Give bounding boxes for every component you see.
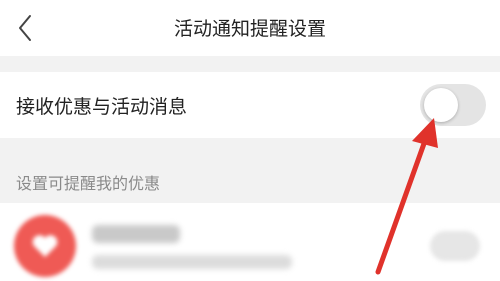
page-title: 活动通知提醒设置	[173, 18, 326, 40]
item-toggle[interactable]	[430, 231, 480, 261]
promo-notification-label: 接收优惠与活动消息	[16, 96, 188, 118]
blurred-item-subtitle	[92, 255, 292, 269]
promo-notification-toggle[interactable]	[420, 84, 486, 126]
list-item	[0, 203, 500, 281]
screen: 活动通知提醒设置 接收优惠与活动消息 设置可提醒我的优惠	[0, 0, 500, 281]
section-header: 设置可提醒我的优惠	[16, 174, 161, 193]
heart-icon	[32, 235, 58, 257]
brand-logo	[14, 215, 76, 277]
blurred-item-title	[92, 225, 180, 243]
toggle-knob	[424, 88, 458, 122]
top-navigation-bar: 活动通知提醒设置	[0, 0, 500, 56]
